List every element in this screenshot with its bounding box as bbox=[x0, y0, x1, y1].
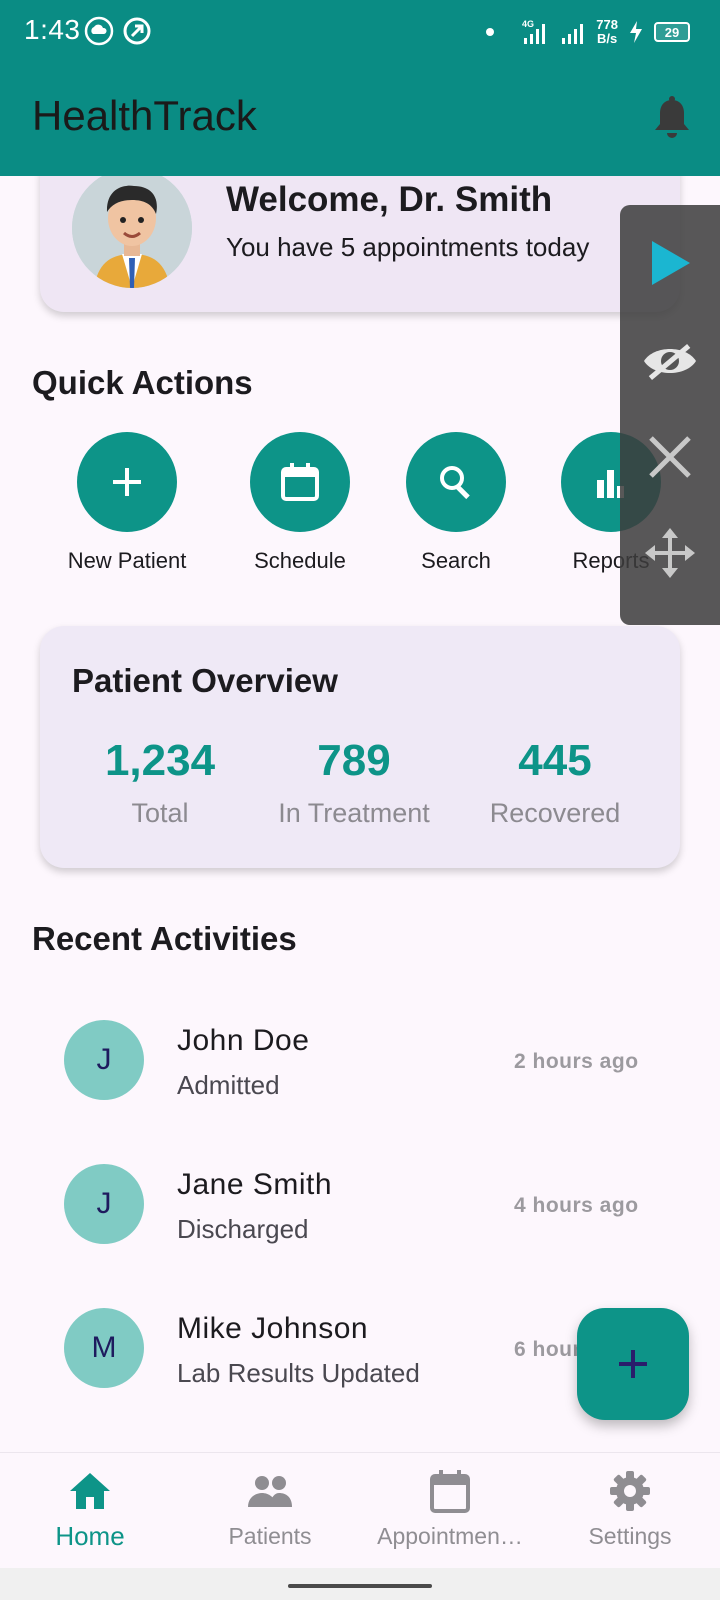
play-button[interactable] bbox=[640, 233, 700, 293]
gesture-area bbox=[0, 1568, 720, 1600]
calendar-icon bbox=[281, 463, 319, 501]
status-time-fg: 1:43 bbox=[24, 14, 81, 45]
activity-patient-name: Jane Smith bbox=[177, 1168, 333, 1201]
nav-home-label: Home bbox=[55, 1521, 125, 1551]
close-icon bbox=[649, 436, 691, 478]
new-patient-label: New Patient bbox=[67, 548, 187, 573]
nav-patients[interactable]: Patients bbox=[180, 1467, 360, 1550]
stat-recovered: 445 Recovered bbox=[455, 736, 655, 829]
close-button[interactable] bbox=[640, 427, 700, 487]
activity-avatar: J bbox=[64, 1164, 144, 1244]
stat-in-treatment-label: In Treatment bbox=[278, 798, 430, 828]
activity-item[interactable]: J John Doe Admitted 2 hours ago bbox=[0, 1020, 720, 1130]
stat-total-label: Total bbox=[131, 798, 189, 828]
nav-home[interactable]: Home bbox=[0, 1467, 180, 1552]
move-icon bbox=[645, 528, 695, 578]
plus-icon bbox=[113, 468, 141, 496]
battery-indicator: 29 bbox=[654, 22, 690, 42]
schedule-button[interactable] bbox=[250, 432, 350, 532]
activity-patient-name: Mike Johnson bbox=[177, 1312, 369, 1345]
nav-settings-label: Settings bbox=[588, 1523, 672, 1549]
app-title: HealthTrack bbox=[32, 92, 257, 139]
activity-status: Discharged bbox=[177, 1214, 309, 1244]
notification-dot-icon bbox=[486, 28, 495, 36]
search-label: Search bbox=[421, 548, 491, 573]
nav-patients-label: Patients bbox=[228, 1523, 312, 1549]
net-speed-unit: B/s bbox=[597, 31, 618, 46]
schedule-label: Schedule bbox=[254, 548, 346, 573]
search-button[interactable] bbox=[406, 432, 506, 532]
activity-item[interactable]: J Jane Smith Discharged 4 hours ago bbox=[0, 1164, 720, 1274]
doctor-avatar bbox=[72, 168, 192, 288]
welcome-title: Welcome, Dr. Smith bbox=[226, 180, 553, 219]
svg-text:4G: 4G bbox=[522, 19, 534, 29]
activity-time: 4 hours ago bbox=[514, 1194, 639, 1217]
move-handle[interactable] bbox=[640, 523, 700, 583]
bottom-navigation: Home Patients Appointmen… Settings bbox=[0, 1452, 720, 1568]
signal-icon bbox=[562, 24, 584, 44]
stat-in-treatment: 789 In Treatment bbox=[254, 736, 454, 829]
stat-in-treatment-value: 789 bbox=[317, 736, 391, 785]
plus-icon bbox=[619, 1350, 647, 1378]
people-icon bbox=[245, 1467, 295, 1515]
quick-actions-title: Quick Actions bbox=[32, 364, 253, 401]
play-icon bbox=[652, 241, 690, 285]
search-icon bbox=[440, 466, 470, 500]
patient-overview-card: Patient Overview 1,234 Total 789 In Trea… bbox=[40, 626, 680, 868]
bell-icon[interactable] bbox=[652, 96, 692, 142]
status-bar-fg: 1:43 4G 778 B/s 29 bbox=[0, 0, 720, 64]
activity-avatar: J bbox=[64, 1020, 144, 1100]
nav-appointments-label: Appointmen… bbox=[377, 1523, 523, 1549]
add-fab-button[interactable] bbox=[577, 1308, 689, 1420]
activity-status: Admitted bbox=[177, 1070, 280, 1100]
search-action[interactable]: Search bbox=[386, 432, 526, 574]
stat-total-value: 1,234 bbox=[104, 736, 216, 785]
patient-overview-title: Patient Overview bbox=[72, 662, 338, 699]
hide-button[interactable] bbox=[640, 331, 700, 391]
floating-control-panel bbox=[620, 205, 720, 625]
new-patient-button[interactable] bbox=[77, 432, 177, 532]
recent-activities-title: Recent Activities bbox=[32, 920, 297, 957]
nav-settings[interactable]: Settings bbox=[540, 1467, 720, 1550]
activity-patient-name: John Doe bbox=[177, 1024, 310, 1057]
stat-recovered-value: 445 bbox=[518, 736, 592, 785]
cloud-sync-icon bbox=[84, 16, 114, 46]
app-bar-foreground: 1:43 4G 778 B/s 29 HealthTrack bbox=[0, 0, 720, 176]
data-saver-icon bbox=[123, 17, 151, 45]
stat-recovered-label: Recovered bbox=[489, 798, 621, 828]
appointments-summary: You have 5 appointments today bbox=[226, 232, 590, 262]
net-speed-value: 778 bbox=[596, 17, 618, 32]
schedule-action[interactable]: Schedule bbox=[230, 432, 370, 574]
home-icon bbox=[65, 1467, 115, 1515]
gear-icon bbox=[605, 1467, 655, 1515]
status-icons-fg: 4G 778 B/s 29 bbox=[486, 14, 690, 50]
activity-avatar: M bbox=[64, 1308, 144, 1388]
nav-appointments[interactable]: Appointmen… bbox=[360, 1467, 540, 1550]
stat-total: 1,234 Total bbox=[60, 736, 260, 829]
activity-status: Lab Results Updated bbox=[177, 1358, 420, 1388]
activity-time: 2 hours ago bbox=[514, 1050, 639, 1073]
gesture-bar[interactable] bbox=[288, 1584, 432, 1588]
charging-icon bbox=[630, 21, 642, 43]
eye-off-icon bbox=[644, 344, 696, 381]
new-patient-action[interactable]: New Patient bbox=[57, 432, 197, 574]
calendar-icon bbox=[425, 1467, 475, 1515]
signal-4g-icon: 4G bbox=[522, 19, 546, 44]
net-speed: 778 B/s bbox=[596, 18, 618, 46]
